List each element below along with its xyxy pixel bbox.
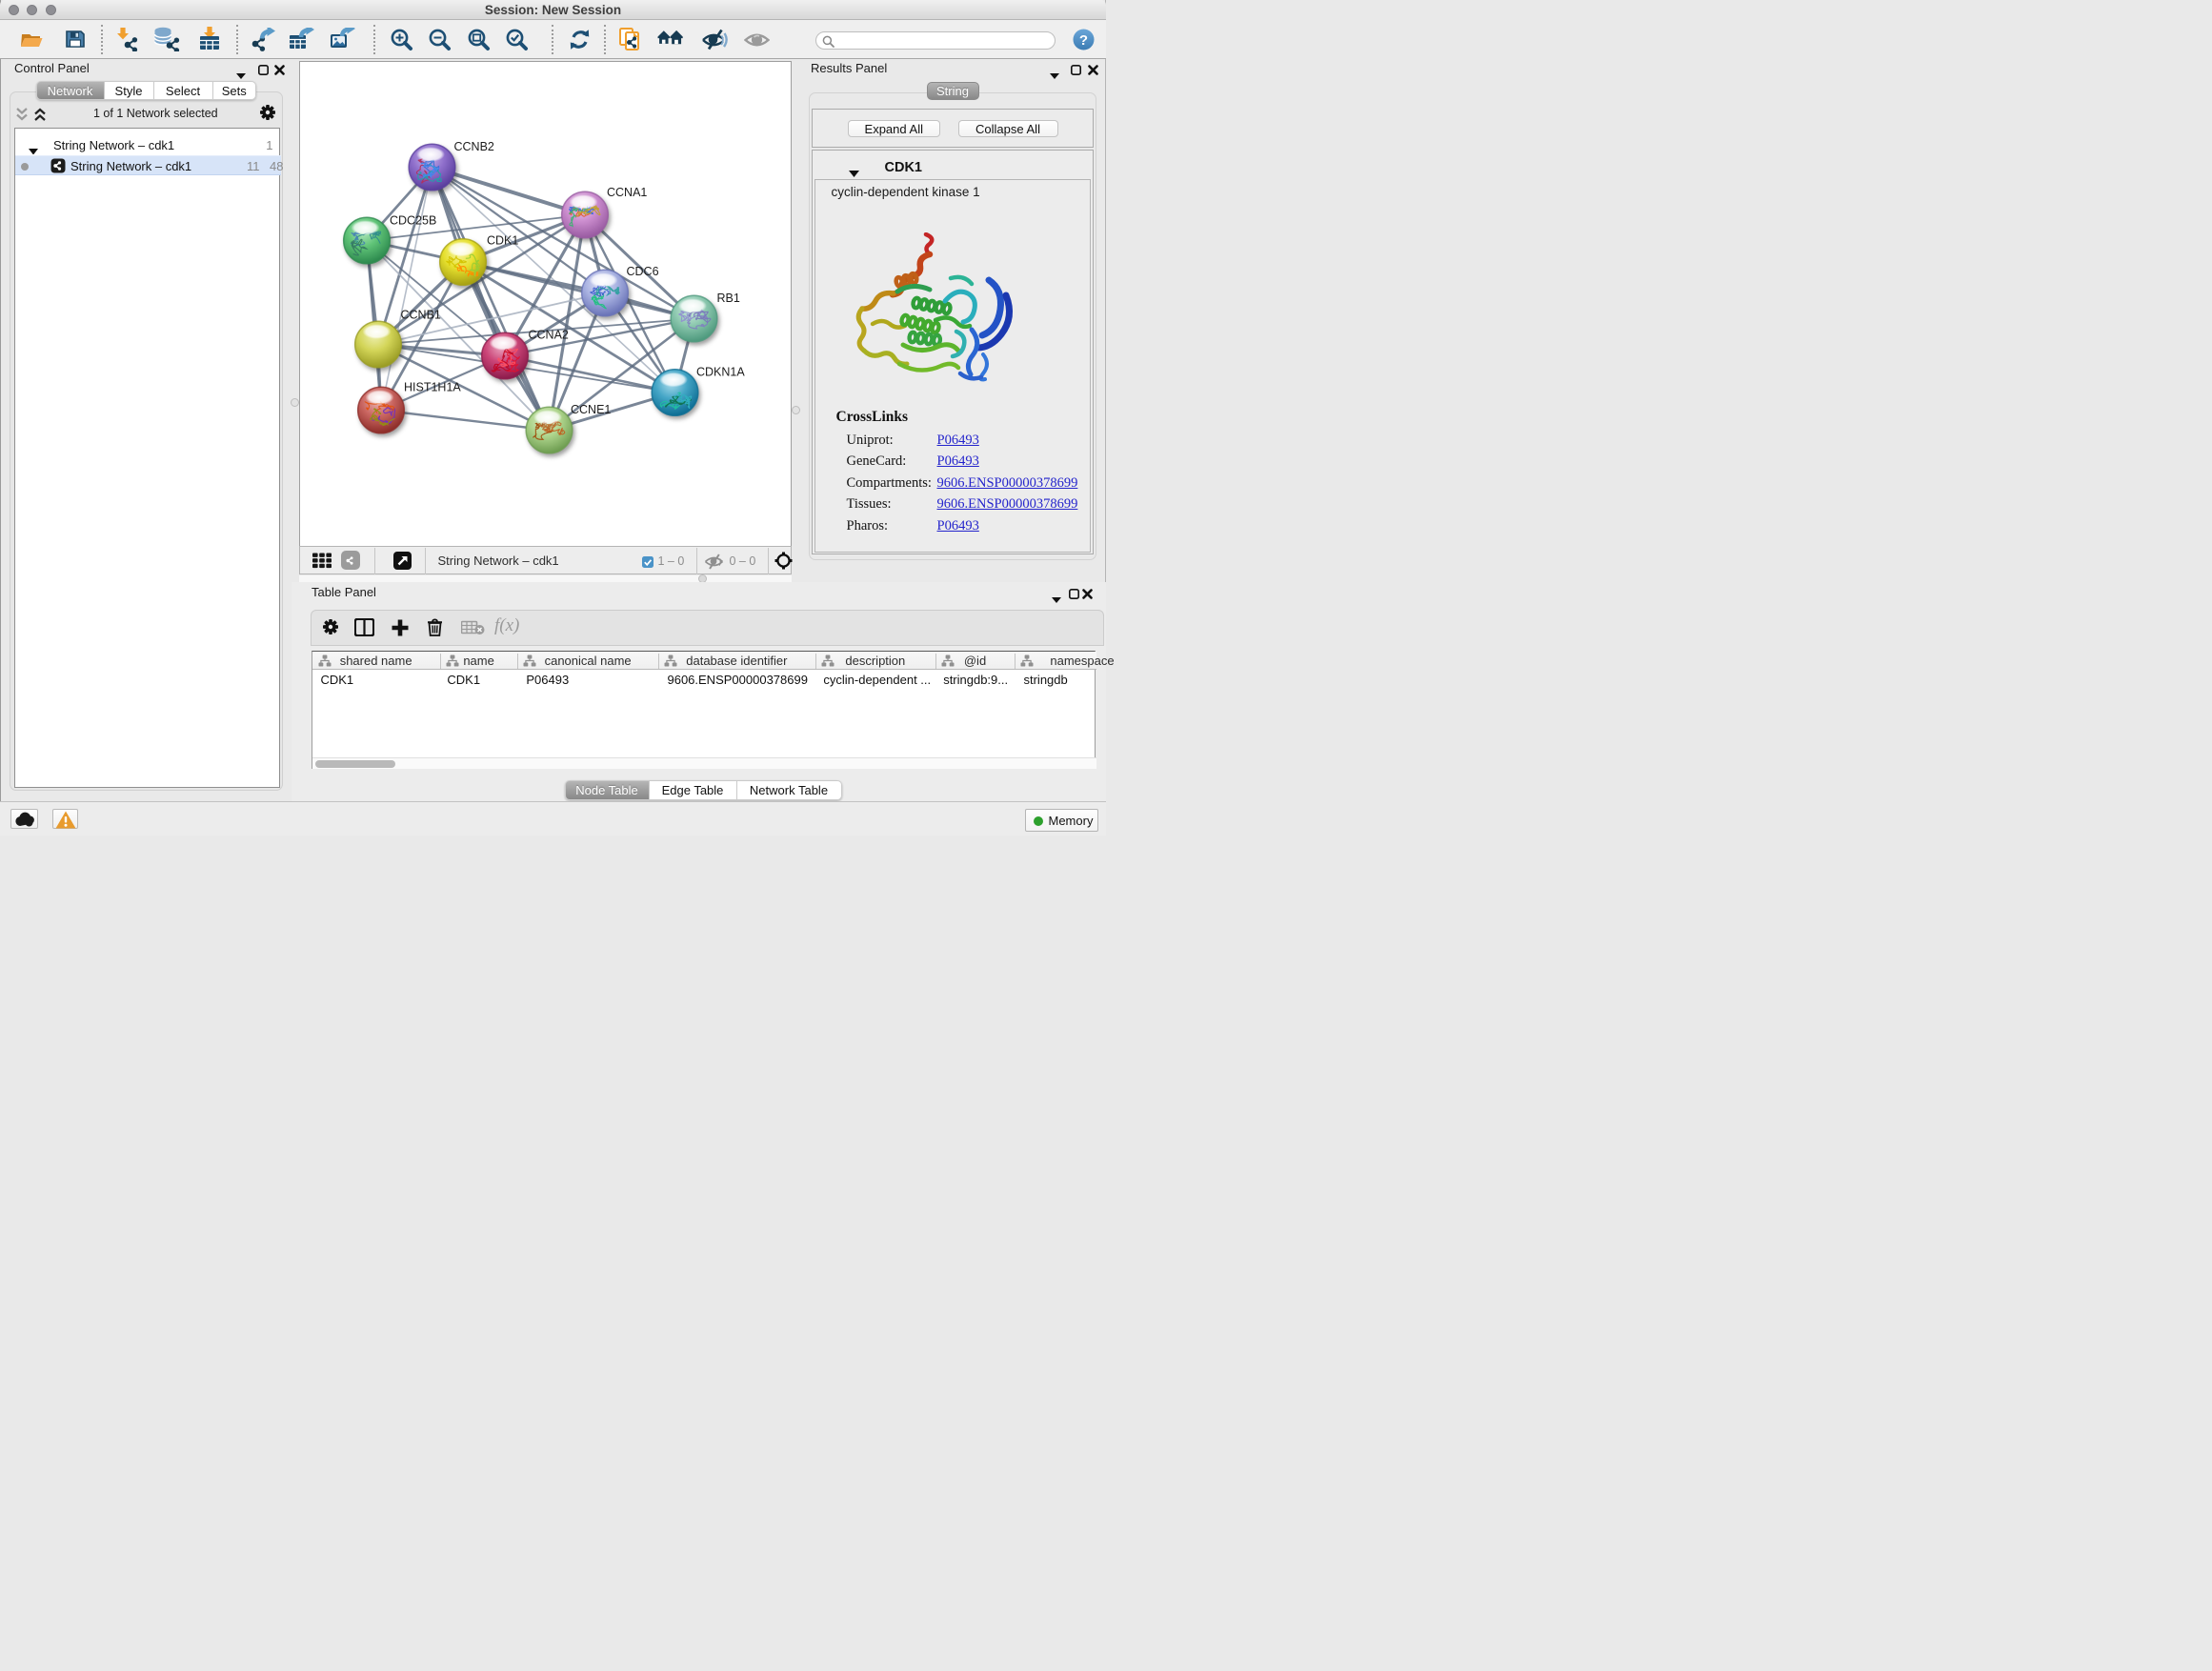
svg-text:CCNB2: CCNB2 bbox=[453, 140, 493, 153]
svg-text:RB1: RB1 bbox=[716, 292, 739, 305]
svg-text:CCNB1: CCNB1 bbox=[400, 308, 440, 321]
svg-text:CCNE1: CCNE1 bbox=[571, 403, 611, 416]
svg-text:?: ? bbox=[1079, 32, 1088, 49]
svg-text:CDC6: CDC6 bbox=[626, 265, 658, 278]
svg-text:CDKN1A: CDKN1A bbox=[696, 365, 745, 378]
svg-text:CCNA2: CCNA2 bbox=[528, 328, 568, 341]
svg-text:HIST1H1A: HIST1H1A bbox=[404, 380, 461, 393]
svg-text:CDC25B: CDC25B bbox=[390, 213, 436, 227]
svg-text:CDK1: CDK1 bbox=[487, 233, 518, 247]
svg-text:CCNA1: CCNA1 bbox=[607, 186, 647, 199]
